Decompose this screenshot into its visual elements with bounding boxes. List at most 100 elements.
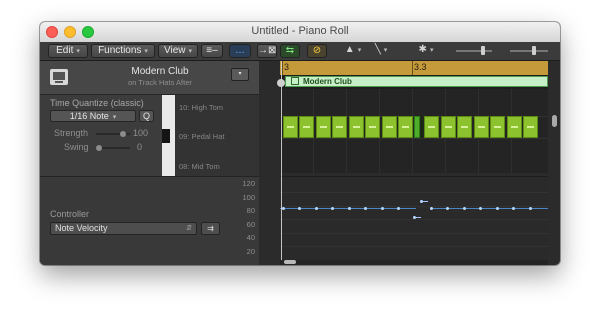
- time-quantize-title: Time Quantize (classic): [50, 98, 144, 108]
- vertical-scrollbar[interactable]: [550, 75, 560, 173]
- velocity-point[interactable]: [512, 207, 515, 210]
- piano-keyboard[interactable]: [162, 95, 175, 176]
- horizontal-zoom-knob[interactable]: [532, 46, 536, 55]
- midi-note[interactable]: [332, 116, 347, 138]
- controller-action-button[interactable]: ⇉: [201, 222, 220, 235]
- vertical-zoom-track: [456, 50, 492, 52]
- velocity-marker: [422, 201, 428, 202]
- toolbar: Edit ▾ Functions ▾ View ▾ ≡– … →⊠ ⇆ ⊘ ▲ ▾ ╲ ▾…: [40, 42, 560, 61]
- insert-button[interactable]: →⊠: [257, 44, 277, 58]
- velocity-point[interactable]: [397, 207, 400, 210]
- note-grid[interactable]: [280, 89, 548, 173]
- playhead-handle[interactable]: [277, 79, 285, 87]
- midi-note[interactable]: [299, 116, 314, 138]
- velocity-lane[interactable]: [280, 176, 548, 261]
- velocity-point[interactable]: [348, 207, 351, 210]
- midi-note[interactable]: [316, 116, 331, 138]
- swing-value[interactable]: 0: [120, 142, 142, 152]
- grid-row-line: [280, 138, 548, 139]
- black-key[interactable]: [162, 129, 170, 143]
- swing-knob[interactable]: [96, 145, 102, 151]
- link-button[interactable]: ⊘: [307, 44, 327, 58]
- velocity-grid-line: [280, 219, 548, 220]
- track-menu-button[interactable]: ▾: [231, 68, 249, 81]
- midi-note[interactable]: [283, 116, 298, 138]
- link-icon: ⊘: [312, 45, 322, 56]
- strength-label: Strength: [54, 128, 89, 138]
- midi-in-button[interactable]: …: [229, 44, 251, 58]
- catch-button[interactable]: ⇆: [280, 44, 300, 58]
- velocity-marker: [415, 217, 421, 218]
- chevron-down-icon: ▾: [188, 48, 192, 55]
- controller-select[interactable]: Note Velocity ⇵: [50, 222, 197, 235]
- velocity-point[interactable]: [315, 207, 318, 210]
- chevron-down-icon: ▾: [112, 114, 117, 121]
- region-loop-icon: [291, 77, 299, 85]
- velocity-grid-line: [280, 206, 548, 207]
- velocity-point[interactable]: [331, 207, 334, 210]
- note-name-mid-tom: 08: Mid Tom: [179, 162, 220, 171]
- midi-note[interactable]: [474, 116, 489, 138]
- midi-note[interactable]: [507, 116, 522, 138]
- view-label: View: [163, 45, 186, 56]
- note-divider: [421, 116, 423, 138]
- edit-menu-button[interactable]: Edit ▾: [48, 44, 88, 58]
- velocity-point[interactable]: [430, 207, 433, 210]
- playhead-line[interactable]: [281, 61, 282, 260]
- drum-machine-icon: [50, 69, 68, 85]
- velocity-grid-line: [280, 246, 548, 247]
- swing-label: Swing: [64, 142, 89, 152]
- vertical-scroll-thumb[interactable]: [552, 115, 557, 127]
- velocity-point[interactable]: [496, 207, 499, 210]
- velocity-grid-line: [280, 192, 548, 193]
- insert-icon: →⊠: [258, 45, 277, 56]
- velocity-tick: 100: [242, 193, 255, 202]
- catch-icon: ⇆: [285, 45, 295, 56]
- time-quantize-section: Time Quantize (classic) 1/16 Note ▾ Q Str…: [40, 95, 162, 176]
- chevron-down-icon: ▾: [144, 48, 148, 55]
- midi-note[interactable]: [349, 116, 364, 138]
- horizontal-zoom-track: [510, 50, 548, 52]
- quantize-value-select[interactable]: 1/16 Note ▾: [50, 110, 136, 122]
- vertical-zoom-knob[interactable]: [481, 46, 485, 55]
- functions-menu-button[interactable]: Functions ▾: [91, 44, 155, 58]
- list-view-button[interactable]: ≡–: [201, 44, 223, 58]
- midi-note[interactable]: [523, 116, 538, 138]
- velocity-point[interactable]: [364, 207, 367, 210]
- region-name: Modern Club: [303, 77, 352, 86]
- midi-note[interactable]: [382, 116, 397, 138]
- view-menu-button[interactable]: View ▾: [158, 44, 198, 58]
- bar-line: [412, 61, 413, 75]
- velocity-point[interactable]: [463, 207, 466, 210]
- velocity-point[interactable]: [381, 207, 384, 210]
- midi-note[interactable]: [441, 116, 456, 138]
- bar-label: 3: [284, 62, 290, 72]
- inspector-panel: Modern Club on Track Hats After ▾ Time Q…: [40, 61, 259, 265]
- velocity-point[interactable]: [446, 207, 449, 210]
- midi-note-selected[interactable]: [414, 116, 420, 138]
- controller-label: Controller: [50, 209, 90, 219]
- settings-button[interactable]: ✱ ▾: [414, 44, 438, 58]
- midi-note[interactable]: [365, 116, 380, 138]
- midi-in-icon: …: [235, 45, 245, 56]
- midi-note[interactable]: [398, 116, 413, 138]
- track-subtitle: on Track Hats After: [128, 78, 192, 87]
- velocity-point[interactable]: [282, 207, 285, 210]
- pencil-tool-button[interactable]: ╲ ▾: [370, 44, 392, 58]
- midi-note[interactable]: [424, 116, 439, 138]
- velocity-point[interactable]: [298, 207, 301, 210]
- pointer-tool-button[interactable]: ▲ ▾: [342, 44, 364, 58]
- bar-ruler[interactable]: 3 3.3: [280, 61, 548, 76]
- strength-value[interactable]: 100: [126, 128, 148, 138]
- midi-region[interactable]: Modern Club: [285, 76, 548, 87]
- quantize-button[interactable]: Q: [139, 110, 154, 122]
- velocity-point[interactable]: [479, 207, 482, 210]
- chevron-down-icon: ▾: [76, 48, 80, 55]
- horizontal-scrollbar[interactable]: [280, 260, 548, 265]
- velocity-point[interactable]: [529, 207, 532, 210]
- midi-note[interactable]: [490, 116, 505, 138]
- note-name-pedal-hat: 09: Pedal Hat: [179, 132, 225, 141]
- horizontal-scroll-thumb[interactable]: [284, 260, 296, 264]
- edit-label: Edit: [56, 45, 74, 56]
- midi-note[interactable]: [457, 116, 472, 138]
